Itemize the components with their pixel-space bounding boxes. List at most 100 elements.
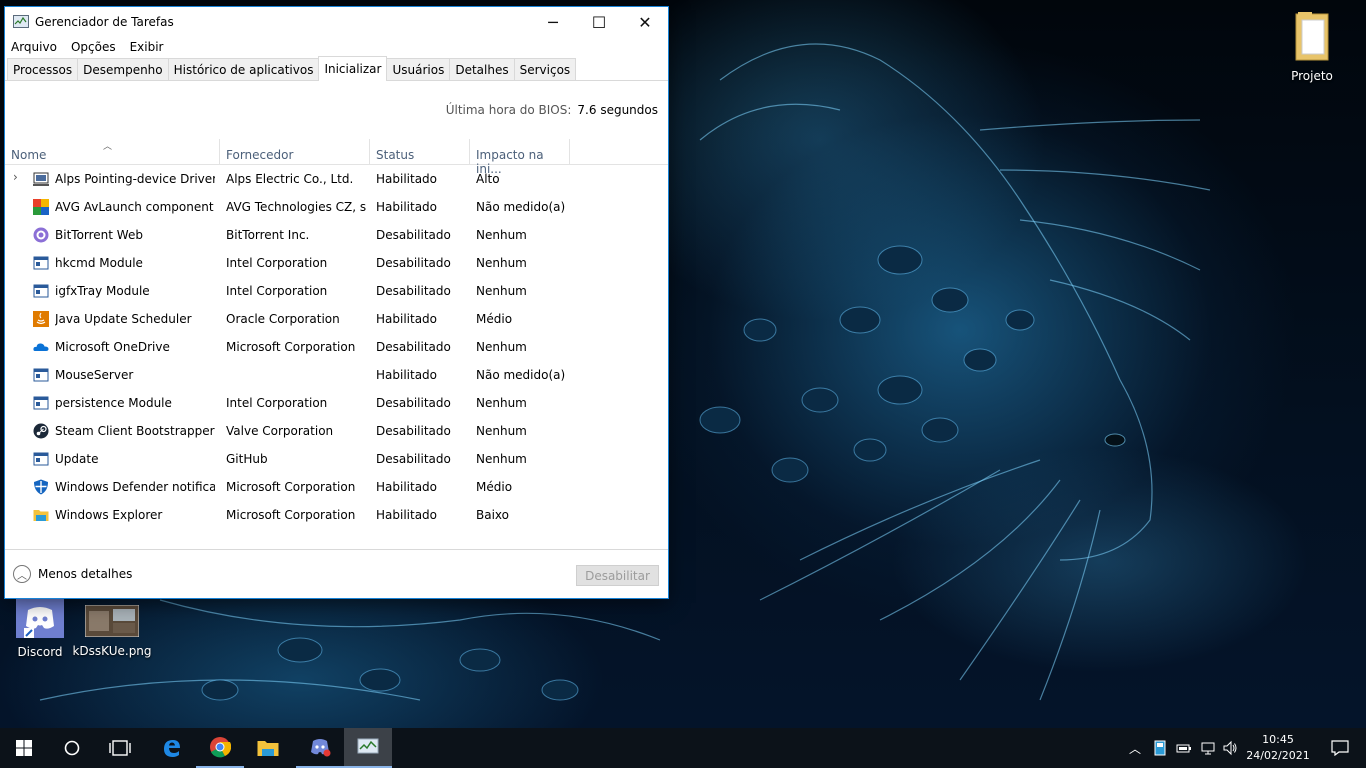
cortana-button[interactable]: [48, 728, 96, 768]
tab-historico-aplicativos[interactable]: Histórico de aplicativos: [167, 58, 320, 80]
table-row[interactable]: › Alps Pointing-device Driver ... Alps E…: [5, 165, 668, 193]
tab-servicos[interactable]: Serviços: [513, 58, 577, 80]
discord-taskbar-button[interactable]: [296, 728, 344, 768]
avg-icon: [33, 199, 49, 215]
table-row[interactable]: AVG AvLaunch component AVG Technologies …: [5, 193, 668, 221]
disable-button[interactable]: Desabilitar: [576, 565, 659, 586]
chevron-up-circle-icon: ︿: [13, 565, 31, 583]
file-explorer-taskbar-button[interactable]: [244, 728, 292, 768]
column-header-name[interactable]: Nome: [5, 139, 220, 165]
startup-name: MouseServer: [55, 368, 134, 382]
startup-status: Desabilitado: [376, 340, 451, 354]
startup-name: Update: [55, 452, 99, 466]
startup-impact: Nenhum: [476, 256, 527, 270]
startup-impact: Não medido(a): [476, 368, 566, 382]
app-window-icon: [33, 452, 49, 466]
tab-processos[interactable]: Processos: [7, 58, 79, 80]
desktop-icon-projeto[interactable]: Projeto: [1272, 10, 1352, 83]
table-row[interactable]: persistence Module Intel Corporation Des…: [5, 389, 668, 417]
startup-impact: Médio: [476, 480, 513, 494]
tab-desempenho[interactable]: Desempenho: [77, 58, 169, 80]
table-row[interactable]: Steam Client Bootstrapper Valve Corporat…: [5, 417, 668, 445]
startup-name: igfxTray Module: [55, 284, 150, 298]
startup-name: Windows Defender notificati...: [55, 480, 215, 494]
app-window-icon: [33, 396, 49, 410]
column-header-vendor[interactable]: Fornecedor: [220, 139, 370, 165]
column-header-impact[interactable]: Impacto na ini...: [470, 139, 570, 176]
clock-date: 24/02/2021: [1246, 749, 1310, 762]
table-row[interactable]: hkcmd Module Intel Corporation Desabilit…: [5, 249, 668, 277]
image-thumbnail-icon: [84, 604, 140, 638]
chrome-taskbar-button[interactable]: [196, 728, 244, 768]
startup-status: Desabilitado: [376, 424, 451, 438]
start-icon: [16, 740, 32, 756]
less-details-button[interactable]: ︿ Menos detalhes: [13, 565, 132, 583]
table-row[interactable]: Windows Explorer Microsoft Corporation H…: [5, 501, 668, 529]
table-row[interactable]: Java Update Scheduler Oracle Corporation…: [5, 305, 668, 333]
steam-icon: [33, 423, 49, 439]
network-icon[interactable]: [1200, 740, 1216, 756]
table-row[interactable]: igfxTray Module Intel Corporation Desabi…: [5, 277, 668, 305]
task-manager-icon: [357, 738, 379, 754]
minimize-button[interactable]: ─: [530, 7, 576, 37]
table-row[interactable]: Windows Defender notificati... Microsoft…: [5, 473, 668, 501]
close-button[interactable]: ✕: [622, 7, 668, 37]
defender-icon: [34, 479, 48, 495]
tab-detalhes[interactable]: Detalhes: [449, 58, 515, 80]
startup-name: Windows Explorer: [55, 508, 163, 522]
tray-app-icon[interactable]: [1152, 740, 1168, 756]
startup-impact: Nenhum: [476, 284, 527, 298]
maximize-button[interactable]: ☐: [576, 7, 622, 37]
start-button[interactable]: [0, 728, 48, 768]
action-center-button[interactable]: [1320, 728, 1360, 768]
menu-opcoes[interactable]: Opções: [71, 40, 116, 54]
clock[interactable]: 10:45 24/02/2021: [1240, 732, 1316, 764]
startup-impact: Alto: [476, 172, 500, 186]
edge-taskbar-button[interactable]: [148, 728, 196, 768]
startup-impact: Não medido(a): [476, 200, 566, 214]
tab-strip: Processos Desempenho Histórico de aplica…: [5, 56, 668, 81]
minimize-icon: ─: [548, 12, 558, 32]
app-window-icon: [33, 256, 49, 270]
task-manager-taskbar-button[interactable]: [344, 728, 392, 768]
startup-status: Habilitado: [376, 200, 438, 214]
task-view-button[interactable]: [96, 728, 144, 768]
show-hidden-icons-chevron-icon[interactable]: ︿: [1127, 740, 1143, 756]
startup-impact: Nenhum: [476, 452, 527, 466]
discord-taskbar-icon: [311, 739, 331, 757]
volume-icon[interactable]: [1222, 740, 1238, 756]
startup-vendor: Microsoft Corporation: [226, 508, 356, 522]
startup-impact: Nenhum: [476, 340, 527, 354]
expand-chevron-icon[interactable]: ›: [13, 170, 18, 184]
desktop-icon-kdss-png[interactable]: kDssKUe.png: [72, 604, 152, 658]
tab-usuarios[interactable]: Usuários: [386, 58, 451, 80]
app-window-icon: [33, 368, 49, 382]
menu-arquivo[interactable]: Arquivo: [11, 40, 57, 54]
task-manager-window: Gerenciador de Tarefas ─ ☐ ✕ Arquivo Opç…: [4, 6, 669, 599]
startup-name: Java Update Scheduler: [55, 312, 192, 326]
table-row[interactable]: BitTorrent Web BitTorrent Inc. Desabilit…: [5, 221, 668, 249]
startup-status: Desabilitado: [376, 256, 451, 270]
cortana-icon: [64, 740, 80, 756]
clock-time: 10:45: [1262, 733, 1294, 746]
task-manager-app-icon: [13, 15, 29, 28]
title-bar[interactable]: Gerenciador de Tarefas ─ ☐ ✕: [5, 7, 668, 37]
edge-icon: [164, 740, 180, 757]
tab-inicializar[interactable]: Inicializar: [318, 56, 388, 81]
column-header-status[interactable]: Status: [370, 139, 470, 165]
notification-icon: [1331, 740, 1349, 756]
startup-status: Habilitado: [376, 312, 438, 326]
desktop-icon-discord[interactable]: Discord: [0, 598, 80, 659]
file-explorer-icon: [257, 741, 279, 756]
alps-icon: [33, 172, 49, 186]
menu-exibir[interactable]: Exibir: [130, 40, 164, 54]
table-row[interactable]: Update GitHub Desabilitado Nenhum: [5, 445, 668, 473]
startup-table: › Alps Pointing-device Driver ... Alps E…: [5, 165, 668, 545]
startup-vendor: Intel Corporation: [226, 396, 328, 410]
startup-vendor: AVG Technologies CZ, s....: [226, 200, 366, 214]
table-row[interactable]: MouseServer Habilitado Não medido(a): [5, 361, 668, 389]
menu-bar: Arquivo Opções Exibir: [5, 37, 668, 57]
startup-vendor: Intel Corporation: [226, 256, 328, 270]
battery-icon[interactable]: [1176, 740, 1192, 756]
table-row[interactable]: Microsoft OneDrive Microsoft Corporation…: [5, 333, 668, 361]
